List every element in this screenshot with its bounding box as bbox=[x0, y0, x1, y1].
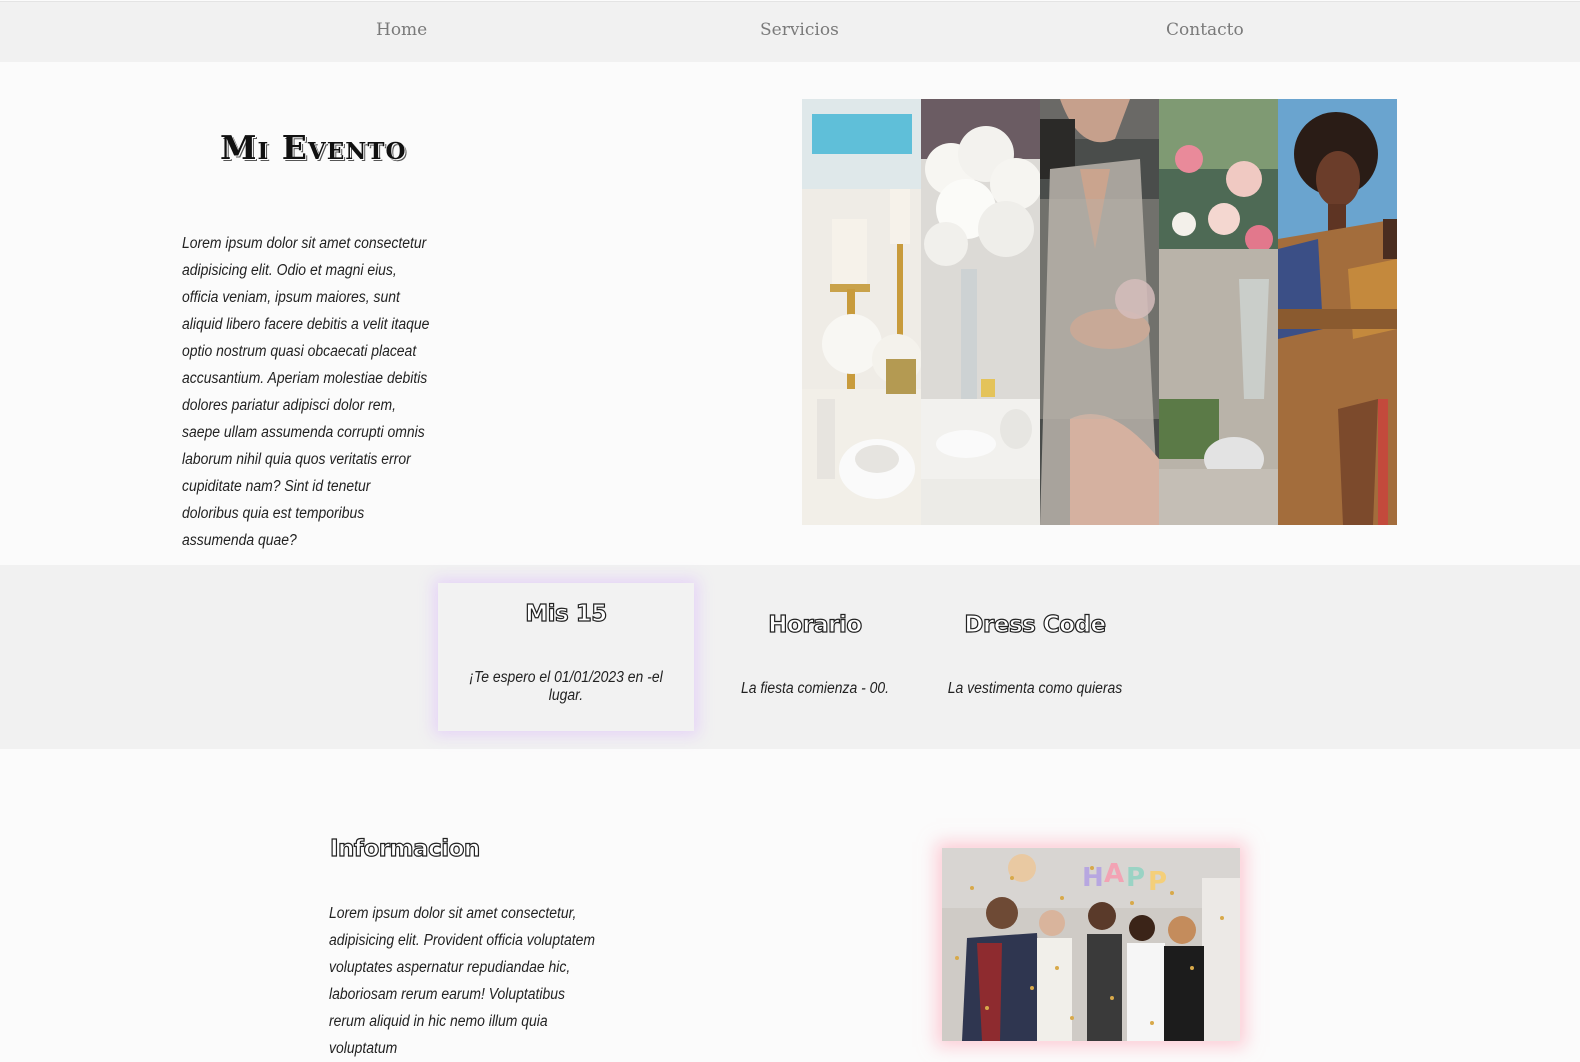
feature-card-horario: Horario La fiesta comienza - 00. bbox=[720, 583, 910, 731]
hero-title: Mi Evento bbox=[220, 128, 407, 167]
sequin-dress-photo bbox=[1040, 99, 1159, 525]
feature-card-mis15: Mis 15 ¡Te espero el 01/01/2023 en -el l… bbox=[438, 583, 694, 731]
features-section: Mis 15 ¡Te espero el 01/01/2023 en -el l… bbox=[0, 565, 1580, 749]
feature-text-mis15: ¡Te espero el 01/01/2023 en -el lugar. bbox=[469, 669, 663, 704]
rose-centerpiece-photo bbox=[1159, 99, 1278, 525]
feature-text-dresscode: La vestimenta como quieras bbox=[947, 680, 1123, 697]
svg-text:A: A bbox=[1104, 859, 1124, 889]
info-title: Informacion bbox=[329, 835, 480, 862]
feature-title-mis15: Mis 15 bbox=[525, 600, 608, 627]
feature-text-horario: La fiesta comienza - 00. bbox=[740, 680, 890, 697]
party-celebration-photo: H A P P bbox=[942, 848, 1240, 1041]
hero-gallery bbox=[802, 99, 1397, 525]
feature-title-horario: Horario bbox=[768, 611, 863, 638]
nav-link-contact[interactable]: Contacto bbox=[1166, 20, 1244, 40]
feature-title-dresscode: Dress Code bbox=[964, 611, 1107, 638]
smiling-woman-photo bbox=[1278, 99, 1397, 525]
table-setting-photo bbox=[802, 99, 921, 525]
feature-card-dresscode: Dress Code La vestimenta como quieras bbox=[935, 583, 1135, 731]
svg-text:P: P bbox=[1126, 863, 1145, 893]
white-flowers-photo bbox=[921, 99, 1040, 525]
hero-description: Lorem ipsum dolor sit amet consectetur a… bbox=[182, 235, 430, 549]
svg-text:P: P bbox=[1148, 867, 1167, 897]
info-description: Lorem ipsum dolor sit amet consectetur, … bbox=[329, 905, 595, 1057]
nav-link-home[interactable]: Home bbox=[376, 20, 427, 40]
top-navbar: Home Servicios Contacto bbox=[0, 1, 1580, 62]
nav-link-services[interactable]: Servicios bbox=[760, 20, 839, 40]
